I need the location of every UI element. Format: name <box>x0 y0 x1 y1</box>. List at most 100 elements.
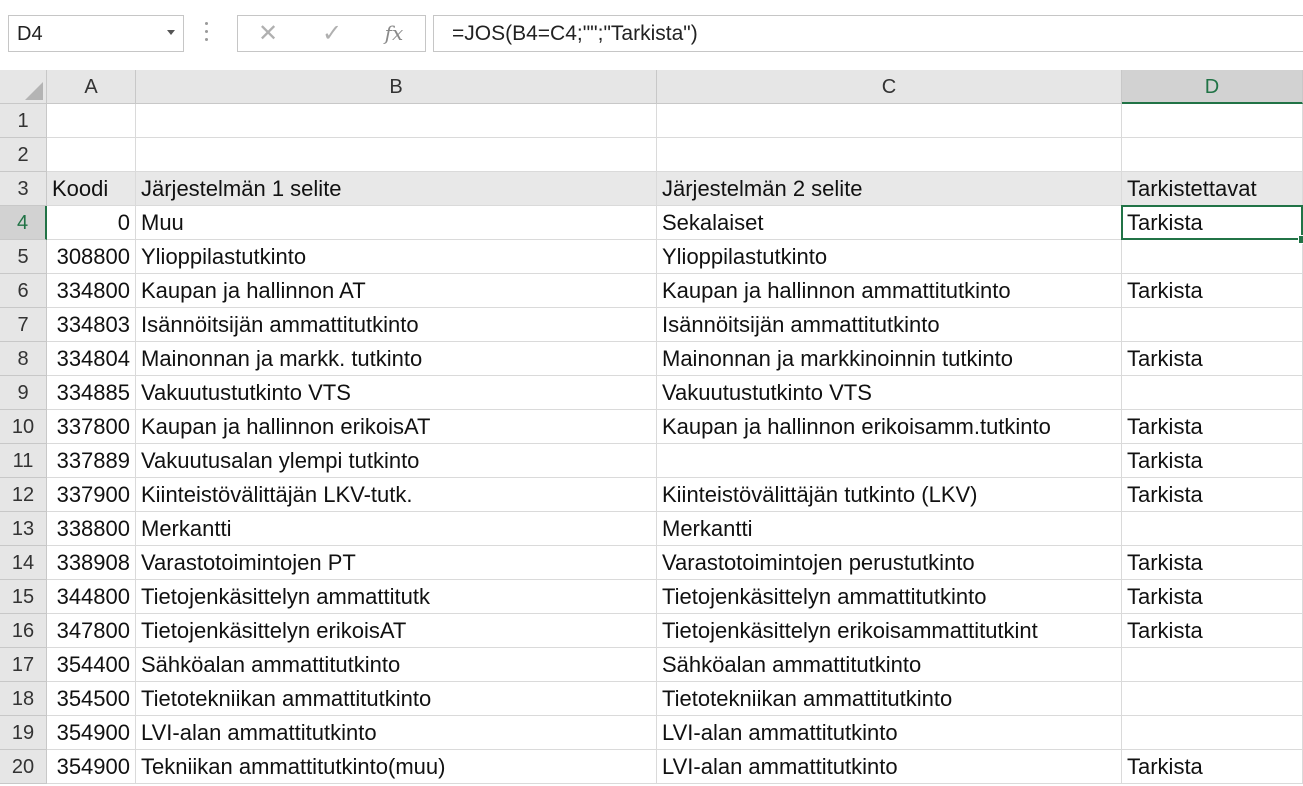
cell-c6[interactable]: Kaupan ja hallinnon ammattitutkinto <box>657 274 1122 308</box>
cell-d17[interactable] <box>1122 648 1303 682</box>
cell-a18[interactable]: 354500 <box>47 682 136 716</box>
drag-handle-icon[interactable] <box>205 22 209 44</box>
cell-c13[interactable]: Merkantti <box>657 512 1122 546</box>
cell-d4[interactable]: Tarkista <box>1122 206 1303 240</box>
cell-d1[interactable] <box>1122 104 1303 138</box>
cell-c10[interactable]: Kaupan ja hallinnon erikoisamm.tutkinto <box>657 410 1122 444</box>
cell-a13[interactable]: 338800 <box>47 512 136 546</box>
cell-b12[interactable]: Kiinteistövälittäjän LKV-tutk. <box>136 478 657 512</box>
cell-c20[interactable]: LVI-alan ammattitutkinto <box>657 750 1122 784</box>
row-header-3[interactable]: 3 <box>0 172 47 206</box>
column-header-a[interactable]: A <box>47 70 136 104</box>
row-header-5[interactable]: 5 <box>0 240 47 274</box>
chevron-down-icon[interactable] <box>167 30 175 35</box>
row-header-17[interactable]: 17 <box>0 648 47 682</box>
cell-d16[interactable]: Tarkista <box>1122 614 1303 648</box>
row-header-15[interactable]: 15 <box>0 580 47 614</box>
cancel-icon[interactable]: ✕ <box>238 16 298 51</box>
cell-c19[interactable]: LVI-alan ammattitutkinto <box>657 716 1122 750</box>
cell-a3[interactable]: Koodi <box>47 172 136 206</box>
row-header-9[interactable]: 9 <box>0 376 47 410</box>
cell-d13[interactable] <box>1122 512 1303 546</box>
cell-a5[interactable]: 308800 <box>47 240 136 274</box>
cell-c14[interactable]: Varastotoimintojen perustutkinto <box>657 546 1122 580</box>
row-header-14[interactable]: 14 <box>0 546 47 580</box>
cell-c1[interactable] <box>657 104 1122 138</box>
row-header-10[interactable]: 10 <box>0 410 47 444</box>
cell-a10[interactable]: 337800 <box>47 410 136 444</box>
cell-b4[interactable]: Muu <box>136 206 657 240</box>
row-header-19[interactable]: 19 <box>0 716 47 750</box>
cell-b6[interactable]: Kaupan ja hallinnon AT <box>136 274 657 308</box>
cell-b13[interactable]: Merkantti <box>136 512 657 546</box>
column-header-b[interactable]: B <box>136 70 657 104</box>
cell-d20[interactable]: Tarkista <box>1122 750 1303 784</box>
cell-c7[interactable]: Isännöitsijän ammattitutkinto <box>657 308 1122 342</box>
cell-c3[interactable]: Järjestelmän 2 selite <box>657 172 1122 206</box>
formula-input[interactable]: =JOS(B4=C4;"";"Tarkista") <box>433 15 1303 52</box>
cell-a8[interactable]: 334804 <box>47 342 136 376</box>
row-header-4[interactable]: 4 <box>0 206 47 240</box>
cell-a12[interactable]: 337900 <box>47 478 136 512</box>
cell-d5[interactable] <box>1122 240 1303 274</box>
cell-c5[interactable]: Ylioppilastutkinto <box>657 240 1122 274</box>
insert-function-icon[interactable]: fx <box>364 16 424 51</box>
cell-d6[interactable]: Tarkista <box>1122 274 1303 308</box>
cell-b7[interactable]: Isännöitsijän ammattitutkinto <box>136 308 657 342</box>
cell-b17[interactable]: Sähköalan ammattitutkinto <box>136 648 657 682</box>
row-header-8[interactable]: 8 <box>0 342 47 376</box>
cell-d10[interactable]: Tarkista <box>1122 410 1303 444</box>
cell-d14[interactable]: Tarkista <box>1122 546 1303 580</box>
cell-b16[interactable]: Tietojenkäsittelyn erikoisAT <box>136 614 657 648</box>
row-header-13[interactable]: 13 <box>0 512 47 546</box>
cell-b20[interactable]: Tekniikan ammattitutkinto(muu) <box>136 750 657 784</box>
cell-a1[interactable] <box>47 104 136 138</box>
cell-a2[interactable] <box>47 138 136 172</box>
cell-b18[interactable]: Tietotekniikan ammattitutkinto <box>136 682 657 716</box>
cell-d19[interactable] <box>1122 716 1303 750</box>
cell-a19[interactable]: 354900 <box>47 716 136 750</box>
row-header-6[interactable]: 6 <box>0 274 47 308</box>
row-header-1[interactable]: 1 <box>0 104 47 138</box>
cell-b2[interactable] <box>136 138 657 172</box>
cell-d8[interactable]: Tarkista <box>1122 342 1303 376</box>
cell-a14[interactable]: 338908 <box>47 546 136 580</box>
cell-b8[interactable]: Mainonnan ja markk. tutkinto <box>136 342 657 376</box>
cell-d12[interactable]: Tarkista <box>1122 478 1303 512</box>
cell-c17[interactable]: Sähköalan ammattitutkinto <box>657 648 1122 682</box>
column-header-d[interactable]: D <box>1122 70 1303 104</box>
cell-b19[interactable]: LVI-alan ammattitutkinto <box>136 716 657 750</box>
cell-a6[interactable]: 334800 <box>47 274 136 308</box>
row-header-18[interactable]: 18 <box>0 682 47 716</box>
row-header-20[interactable]: 20 <box>0 750 47 784</box>
row-header-11[interactable]: 11 <box>0 444 47 478</box>
cell-d2[interactable] <box>1122 138 1303 172</box>
cell-c9[interactable]: Vakuutustutkinto VTS <box>657 376 1122 410</box>
cell-a4[interactable]: 0 <box>47 206 136 240</box>
check-icon[interactable]: ✓ <box>302 16 362 51</box>
cell-b9[interactable]: Vakuutustutkinto VTS <box>136 376 657 410</box>
cell-a7[interactable]: 334803 <box>47 308 136 342</box>
row-header-16[interactable]: 16 <box>0 614 47 648</box>
cell-c4[interactable]: Sekalaiset <box>657 206 1122 240</box>
cell-a15[interactable]: 344800 <box>47 580 136 614</box>
cell-a17[interactable]: 354400 <box>47 648 136 682</box>
cell-d15[interactable]: Tarkista <box>1122 580 1303 614</box>
name-box[interactable]: D4 <box>8 15 184 52</box>
cell-b14[interactable]: Varastotoimintojen PT <box>136 546 657 580</box>
cell-d18[interactable] <box>1122 682 1303 716</box>
cell-d3[interactable]: Tarkistettavat <box>1122 172 1303 206</box>
cell-b5[interactable]: Ylioppilastutkinto <box>136 240 657 274</box>
cell-b3[interactable]: Järjestelmän 1 selite <box>136 172 657 206</box>
select-all-button[interactable] <box>0 70 47 104</box>
cell-d11[interactable]: Tarkista <box>1122 444 1303 478</box>
row-header-7[interactable]: 7 <box>0 308 47 342</box>
cell-c18[interactable]: Tietotekniikan ammattitutkinto <box>657 682 1122 716</box>
cell-c12[interactable]: Kiinteistövälittäjän tutkinto (LKV) <box>657 478 1122 512</box>
cell-a9[interactable]: 334885 <box>47 376 136 410</box>
cell-b1[interactable] <box>136 104 657 138</box>
column-header-c[interactable]: C <box>657 70 1122 104</box>
row-header-2[interactable]: 2 <box>0 138 47 172</box>
cell-a16[interactable]: 347800 <box>47 614 136 648</box>
cell-b15[interactable]: Tietojenkäsittelyn ammattitutk <box>136 580 657 614</box>
